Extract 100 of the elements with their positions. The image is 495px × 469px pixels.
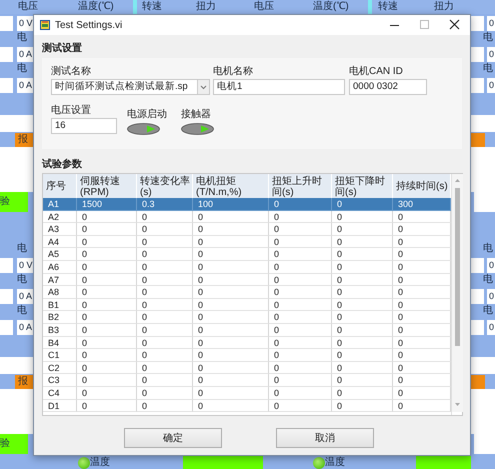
action-button[interactable]: 验 <box>0 434 28 454</box>
table-cell: 0 <box>393 236 451 248</box>
table-cell: 0 <box>269 324 332 337</box>
alarm-indicator <box>471 133 485 147</box>
table-cell: C2 <box>43 362 77 374</box>
table-cell: 0 <box>193 248 269 261</box>
table-cell: 0 <box>137 336 193 350</box>
column-label: 电压 <box>254 0 275 14</box>
table-cell: 0 <box>393 260 451 274</box>
table-cell: B1 <box>43 298 77 312</box>
column-label: 扭力 <box>434 0 455 14</box>
table-cell: 0 <box>269 362 332 374</box>
value-display: 0 <box>487 258 495 273</box>
table-cell: 0 <box>269 248 332 261</box>
table-cell: 0 <box>137 386 193 400</box>
value-display: 0 A <box>17 47 33 62</box>
value-display <box>471 320 484 335</box>
table-cell: 0 <box>332 400 393 412</box>
alarm-indicator <box>471 375 485 389</box>
table-cell: 0 <box>193 374 269 387</box>
table-cell: 0 <box>393 311 451 324</box>
table-cell: 0 <box>269 198 332 211</box>
table-cell: 0 <box>269 236 332 248</box>
table-cell: 0 <box>77 324 137 337</box>
table-cell: 0 <box>193 210 269 224</box>
dialog-button[interactable]: 取消 <box>276 428 374 448</box>
table-cell: 0 <box>77 362 137 374</box>
table-cell: 0 <box>269 336 332 350</box>
table-cell: 0 <box>137 248 193 261</box>
value-display: 0 A <box>17 320 33 335</box>
value-display: 0 V <box>17 258 33 273</box>
table-cell: 0 <box>332 286 393 299</box>
table-cell: 0 <box>269 260 332 274</box>
table-cell: 0 <box>137 286 193 299</box>
table-cell: 0 <box>77 223 137 236</box>
table-cell: 0 <box>269 311 332 324</box>
table-cell: 0 <box>193 311 269 324</box>
table-cell: 0 <box>193 274 269 286</box>
table-cell: 0 <box>332 374 393 387</box>
table-cell: 0 <box>137 349 193 362</box>
toggle-switch[interactable] <box>181 123 214 135</box>
table-cell: 0 <box>137 260 193 274</box>
dialog-button[interactable]: 确定 <box>124 428 222 448</box>
table-cell: 0 <box>332 336 393 350</box>
scrollbar[interactable] <box>452 174 463 412</box>
value-display: 0 <box>487 47 495 62</box>
table-cell: 0 <box>77 286 137 299</box>
motor-name-field[interactable]: 电机1 <box>213 79 345 95</box>
table-cell: 0 <box>393 274 451 286</box>
table-cell: 0 <box>77 274 137 286</box>
action-button[interactable]: 验 <box>0 192 28 212</box>
table-cell: A4 <box>43 236 77 248</box>
table-cell: 0 <box>332 311 393 324</box>
table-cell: 1500 <box>77 198 137 211</box>
table-cell: 0 <box>332 386 393 400</box>
table-cell: 0 <box>193 324 269 337</box>
field-label: 电 <box>16 62 28 76</box>
table-cell: 0 <box>332 210 393 224</box>
table-cell: 0 <box>193 286 269 299</box>
blank-panel <box>471 147 495 192</box>
blank-panel <box>0 389 33 434</box>
table-cell: 0 <box>393 349 451 362</box>
status-strip <box>0 115 33 132</box>
test-name-dropdown[interactable]: 时间循环测试点检测试最新.sp <box>51 79 210 95</box>
value-display <box>0 289 13 304</box>
section-heading: 试验参数 <box>42 159 82 171</box>
column-label: 扭力 <box>196 0 217 14</box>
table-cell: 0 <box>332 223 393 236</box>
table-cell: A6 <box>43 260 77 274</box>
table-cell: 0 <box>269 274 332 286</box>
table-cell: C4 <box>43 386 77 400</box>
value-display <box>471 258 484 273</box>
value-display: 0 <box>487 16 495 31</box>
can-id-field[interactable]: 0000 0302 <box>349 79 427 95</box>
window-title: Test Settings.vi <box>55 20 124 30</box>
table-cell: 0 <box>332 236 393 248</box>
table-cell: 0 <box>393 286 451 299</box>
status-strip <box>0 357 33 374</box>
table-cell: C1 <box>43 349 77 362</box>
table-cell: 0 <box>269 386 332 400</box>
value-display: 0 <box>487 78 495 93</box>
table-cell: B4 <box>43 336 77 350</box>
value-display: 0 <box>487 320 495 335</box>
field-label: 电 <box>482 304 494 318</box>
table-cell: 0 <box>193 362 269 374</box>
column-label: 转速 <box>378 0 399 14</box>
status-strip <box>471 115 495 132</box>
table-cell: 0 <box>137 324 193 337</box>
table-cell: 0 <box>77 386 137 400</box>
field-label: 电 <box>482 273 494 287</box>
value-display: 0 A <box>17 78 33 93</box>
field-label: 电机CAN ID <box>349 66 403 77</box>
blank-panel <box>0 147 33 192</box>
field-label: 电 <box>16 242 28 256</box>
blank-panel <box>471 389 495 434</box>
table-cell: 0 <box>77 349 137 362</box>
table-cell: 0 <box>393 324 451 337</box>
toggle-switch[interactable] <box>127 123 160 135</box>
voltage-field[interactable]: 16 <box>51 118 117 134</box>
table-cell: 0 <box>193 336 269 350</box>
